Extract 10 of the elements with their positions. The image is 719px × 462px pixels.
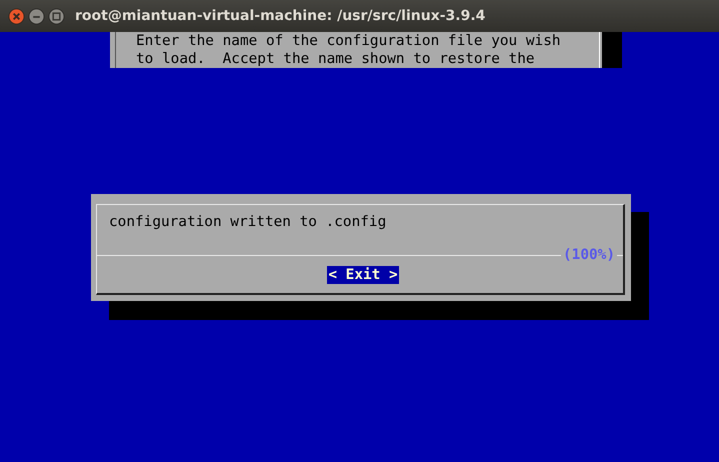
dialog-shadow — [602, 32, 622, 68]
close-icon[interactable] — [8, 8, 25, 24]
progress-percent: (100%) — [561, 246, 617, 264]
maximize-icon[interactable] — [48, 8, 65, 24]
minimize-icon[interactable] — [28, 8, 45, 24]
dialog-text-line: to load. Accept the name shown to restore the — [136, 50, 536, 68]
dialog-text-line: Enter the name of the configuration file you wish — [136, 32, 562, 50]
dialog-message: configuration written to .config — [109, 214, 386, 230]
window-title: root@miantuan-virtual-machine: /usr/src/linux-3.9.4 — [75, 8, 486, 24]
exit-button[interactable]: < Exit > — [327, 266, 399, 284]
